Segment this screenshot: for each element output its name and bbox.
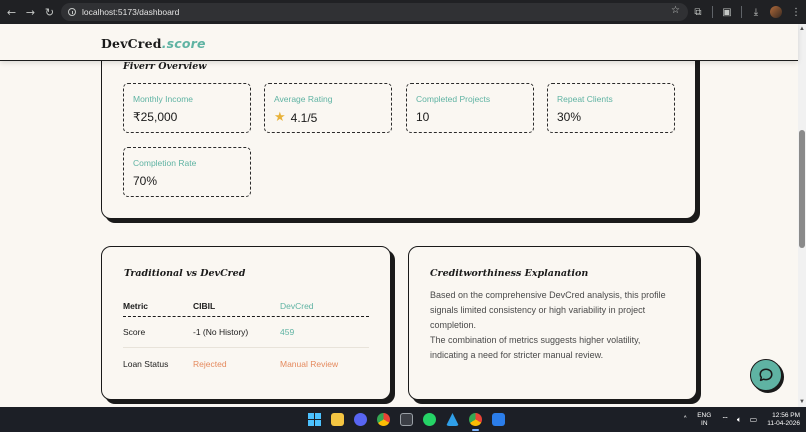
metric-completion-rate: Completion Rate 70% [123, 147, 251, 197]
discord-icon[interactable] [349, 407, 372, 432]
explanation-title: Creditworthiness Explanation [430, 268, 589, 279]
sidebar-icon[interactable]: ▣ [717, 0, 737, 24]
app-header: DevCred.score [0, 24, 798, 61]
app-icon[interactable] [395, 407, 418, 432]
toolbar-divider [741, 6, 742, 18]
chrome-icon[interactable] [372, 407, 395, 432]
metric-value: ₹25,000 [133, 110, 178, 124]
metric-monthly-income: Monthly Income ₹25,000 [123, 83, 251, 133]
vscode-icon[interactable] [441, 407, 464, 432]
chat-button[interactable] [750, 359, 782, 391]
monitor-app-icon[interactable] [487, 407, 510, 432]
table-header-row: Metric CIBIL DevCred [123, 295, 369, 317]
metric-average-rating: Average Rating ★ 4.1/5 [264, 83, 392, 133]
metric-label: Completion Rate [133, 158, 197, 168]
metric-label: Repeat Clients [557, 94, 613, 104]
menu-dots-icon[interactable]: ⋮ [786, 0, 806, 24]
forward-arrow-icon[interactable]: → [21, 0, 40, 24]
metric-repeat-clients: Repeat Clients 30% [547, 83, 675, 133]
metric-value: 10 [416, 110, 430, 124]
table-row: Loan Status Rejected Manual Review [123, 348, 369, 379]
profile-avatar[interactable] [766, 0, 786, 24]
logo-accent: .score [161, 36, 206, 51]
metric-value: 30% [557, 110, 582, 124]
row-metric: Loan Status [123, 358, 169, 369]
bookmark-star-icon[interactable]: ☆ [671, 5, 680, 16]
header-devcred: DevCred [280, 300, 314, 311]
url-text: localhost:5173/dashboard [82, 7, 180, 17]
browser-toolbar: ← → ↻ localhost:5173/dashboard ☆ ⧉ ▣ ⤓ ⋮ [0, 0, 806, 24]
comparison-title: Traditional vs DevCred [124, 268, 246, 279]
address-bar[interactable]: localhost:5173/dashboard ☆ [61, 3, 688, 21]
star-icon: ★ [274, 110, 286, 125]
browser-actions: ⧉ ▣ ⤓ ⋮ [688, 0, 806, 24]
dashboard-content: Fiverr Overview Monthly Income ₹25,000 A… [0, 61, 798, 407]
row-devcred: 459 [280, 327, 295, 337]
row-devcred: Manual Review [280, 358, 339, 369]
scroll-down-arrow-icon[interactable]: ▼ [799, 399, 805, 405]
extensions-icon[interactable]: ⧉ [688, 0, 708, 24]
comparison-table: Metric CIBIL DevCred Score -1 (No Histor… [123, 295, 369, 379]
table-row: Score -1 (No History) 459 [123, 317, 369, 348]
language-indicator[interactable]: ENG IN [697, 412, 711, 428]
battery-icon[interactable]: ▭ [750, 415, 758, 424]
file-explorer-icon[interactable] [326, 407, 349, 432]
creditworthiness-explanation-card: Creditworthiness Explanation Based on th… [408, 246, 697, 400]
traditional-vs-devcred-card: Traditional vs DevCred Metric CIBIL DevC… [101, 246, 391, 400]
windows-taskbar: ˄ ENG IN ⌔ 🔈︎ ▭ 12:56 PM 11-04-2026 [0, 407, 806, 432]
toolbar-divider [712, 6, 713, 18]
explanation-paragraph: The combination of metrics suggests high… [430, 335, 641, 360]
back-arrow-icon[interactable]: ← [2, 0, 21, 24]
explanation-text: Based on the comprehensive DevCred analy… [430, 288, 680, 363]
metric-completed-projects: Completed Projects 10 [406, 83, 534, 133]
scroll-thumb[interactable] [799, 130, 805, 248]
header-cibil: CIBIL [193, 300, 216, 311]
metric-value: ★ 4.1/5 [274, 110, 318, 125]
chrome-active-icon[interactable] [464, 407, 487, 432]
row-cibil: Rejected [193, 358, 227, 369]
row-cibil: -1 (No History) [193, 327, 249, 337]
clock[interactable]: 12:56 PM 11-04-2026 [767, 412, 800, 428]
explanation-paragraph: Based on the comprehensive DevCred analy… [430, 290, 666, 330]
metric-value: 70% [133, 174, 158, 188]
site-info-icon[interactable] [68, 8, 76, 16]
windows-start-icon[interactable] [303, 407, 326, 432]
fiverr-overview-title: Fiverr Overview [123, 61, 207, 72]
system-tray: ˄ ENG IN ⌔ 🔈︎ ▭ 12:56 PM 11-04-2026 [679, 407, 800, 432]
row-metric: Score [123, 327, 146, 337]
chevron-up-icon[interactable]: ˄ [683, 415, 687, 424]
volume-icon[interactable]: 🔈︎ [737, 415, 742, 425]
download-icon[interactable]: ⤓ [746, 0, 766, 24]
reload-icon[interactable]: ↻ [40, 0, 59, 24]
app-logo[interactable]: DevCred.score [101, 36, 206, 51]
metric-label: Completed Projects [416, 94, 491, 104]
scroll-up-arrow-icon[interactable]: ▲ [799, 26, 805, 32]
logo-main: DevCred [101, 36, 162, 51]
page-scrollbar[interactable]: ▲ ▼ [798, 24, 806, 407]
header-metric: Metric [123, 300, 149, 311]
whatsapp-icon[interactable] [418, 407, 441, 432]
metric-label: Monthly Income [133, 94, 193, 104]
metric-label: Average Rating [274, 94, 333, 104]
wifi-icon[interactable]: ⌔ [721, 415, 729, 425]
taskbar-apps [303, 407, 510, 432]
chat-bubble-icon [759, 368, 773, 382]
